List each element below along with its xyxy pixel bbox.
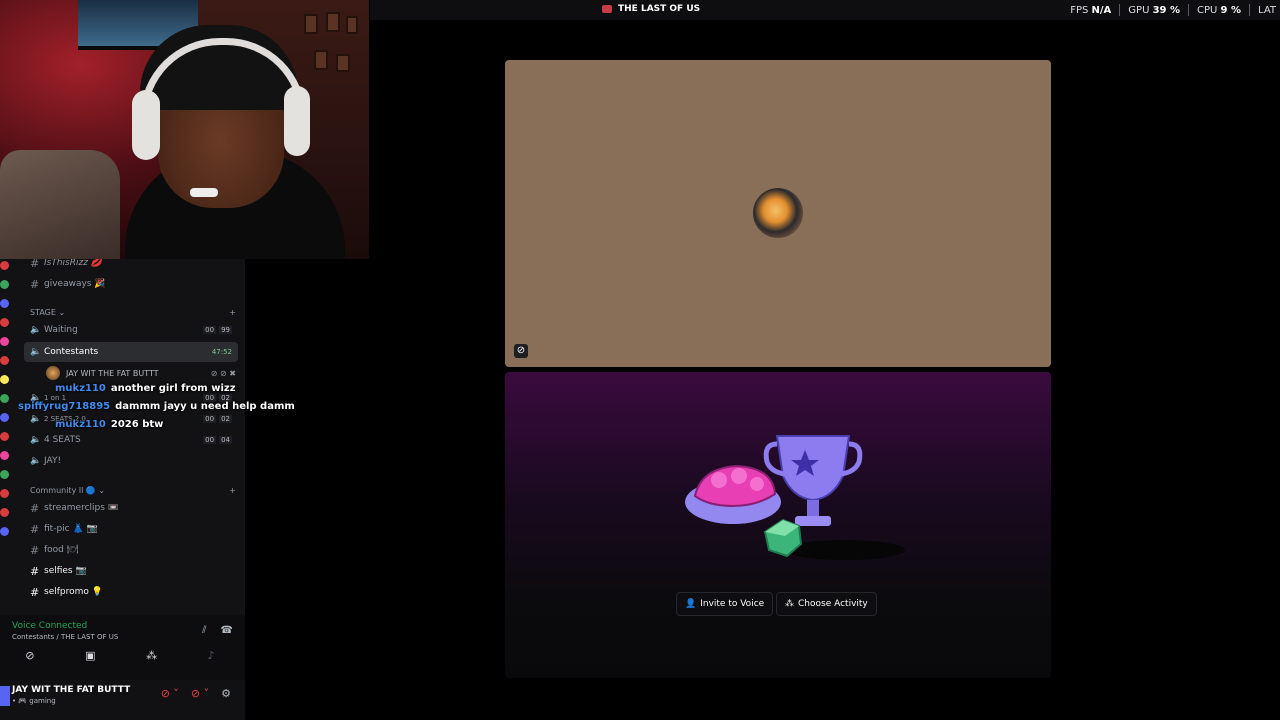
- channel-isthisrizz[interactable]: # IsThisRizz 💋: [24, 259, 238, 273]
- mic-muted-icon[interactable]: ⊘ ˅: [161, 687, 179, 700]
- soundboard-icon[interactable]: ♪: [208, 649, 215, 662]
- fps-stat: FPS N/A: [1070, 4, 1112, 16]
- hash-icon: #: [30, 522, 40, 536]
- add-user-icon: 👤: [685, 599, 697, 609]
- hash-icon: #: [30, 259, 40, 270]
- add-channel-icon[interactable]: +: [229, 308, 236, 317]
- stage-icon: [602, 5, 612, 13]
- screen-share-icon[interactable]: ▣: [85, 649, 95, 662]
- stage-channel-waiting[interactable]: 🔈 Waiting 00 99: [24, 320, 238, 340]
- hash-icon: #: [30, 564, 40, 578]
- hash-icon: #: [30, 543, 40, 557]
- hash-icon: #: [30, 501, 40, 515]
- noise-suppression-icon[interactable]: ⫽: [202, 625, 206, 636]
- add-channel-icon[interactable]: +: [229, 486, 236, 495]
- disconnect-icon[interactable]: ☎: [221, 625, 233, 636]
- trophy-illustration: [685, 435, 905, 560]
- voice-channel-jay[interactable]: 🔈 JAY!: [24, 451, 238, 471]
- server-rail[interactable]: [0, 259, 12, 619]
- choose-activity-button[interactable]: ⁂ Choose Activity: [776, 592, 877, 616]
- speaker-icon: 🔈: [30, 325, 42, 335]
- user-panel: JAY WIT THE FAT BUTTT • 🎮 gaming ⊘ ˅ ⊘ ˅…: [0, 680, 245, 720]
- speaker-icon: 🔈: [30, 435, 42, 445]
- speaker-icon: 🔈: [30, 347, 42, 357]
- camera-off-icon[interactable]: ⊘: [25, 649, 34, 662]
- top-bar: THE LAST OF US FPS N/A GPU 39 % CPU 9 % …: [370, 0, 1280, 20]
- stage-channel-contestants[interactable]: 🔈 Contestants 47:52: [24, 342, 238, 362]
- username: JAY WIT THE FAT BUTTT: [12, 685, 131, 695]
- speaker-icon: 🔈: [30, 456, 42, 466]
- speaker-tile[interactable]: ⊘: [505, 60, 1051, 367]
- channel-fit-pic[interactable]: # fit-pic 👗 📷: [24, 519, 238, 539]
- category-community[interactable]: Community ll 🔵 ⌄ +: [30, 486, 236, 495]
- stage-title-text: THE LAST OF US: [618, 4, 701, 14]
- gear-icon[interactable]: ⚙: [221, 687, 231, 700]
- member-status-icons: ⊘ ⊘ ✖: [210, 368, 236, 378]
- activity-icon[interactable]: ⁂: [146, 649, 157, 662]
- voice-channel-4seats[interactable]: 🔈 4 SEATS 00 04: [24, 430, 238, 450]
- hash-icon: #: [30, 585, 40, 599]
- chat-message: mukz110 2026 btw: [55, 419, 164, 430]
- gpu-stat: GPU 39 %: [1128, 4, 1181, 16]
- channel-giveaways[interactable]: # giveaways 🎉: [24, 274, 238, 294]
- activity-tile: 👤 Invite to Voice ⁂ Choose Activity: [505, 372, 1051, 678]
- channel-selfies[interactable]: # selfies 📷: [24, 561, 238, 581]
- voice-status: Voice Connected: [12, 621, 88, 631]
- hash-icon: #: [30, 277, 40, 291]
- chat-message: spiffyrug718895 dammm jayy u need help da…: [18, 401, 295, 412]
- stage-title: THE LAST OF US: [602, 4, 700, 14]
- user-status: • 🎮 gaming: [12, 697, 56, 705]
- mic-muted-icon: ⊘: [514, 344, 528, 358]
- voice-member[interactable]: JAY WIT THE FAT BUTTT ⊘ ⊘ ✖: [46, 366, 236, 380]
- webcam-feed: [0, 0, 369, 259]
- chat-message: mukz110 another girl from wizz: [55, 383, 236, 394]
- avatar[interactable]: [0, 686, 10, 706]
- performance-overlay: FPS N/A GPU 39 % CPU 9 % LAT: [1070, 0, 1280, 20]
- channel-streamerclips[interactable]: # streamerclips 📼: [24, 498, 238, 518]
- avatar: [46, 366, 60, 380]
- latency-stat: LAT: [1258, 4, 1276, 16]
- category-stage[interactable]: STAGE ⌄ +: [30, 308, 236, 317]
- speaker-icon: 🔈: [30, 414, 42, 424]
- voice-location[interactable]: Contestants / THE LAST OF US: [12, 633, 118, 641]
- invite-to-voice-button[interactable]: 👤 Invite to Voice: [676, 592, 774, 616]
- channel-food[interactable]: # food 🍽: [24, 540, 238, 560]
- avatar: [753, 188, 803, 238]
- cpu-stat: CPU 9 %: [1197, 4, 1242, 16]
- activity-icon: ⁂: [785, 599, 794, 609]
- channel-selfpromo[interactable]: # selfpromo 💡: [24, 582, 238, 602]
- deafened-icon[interactable]: ⊘ ˅: [191, 687, 209, 700]
